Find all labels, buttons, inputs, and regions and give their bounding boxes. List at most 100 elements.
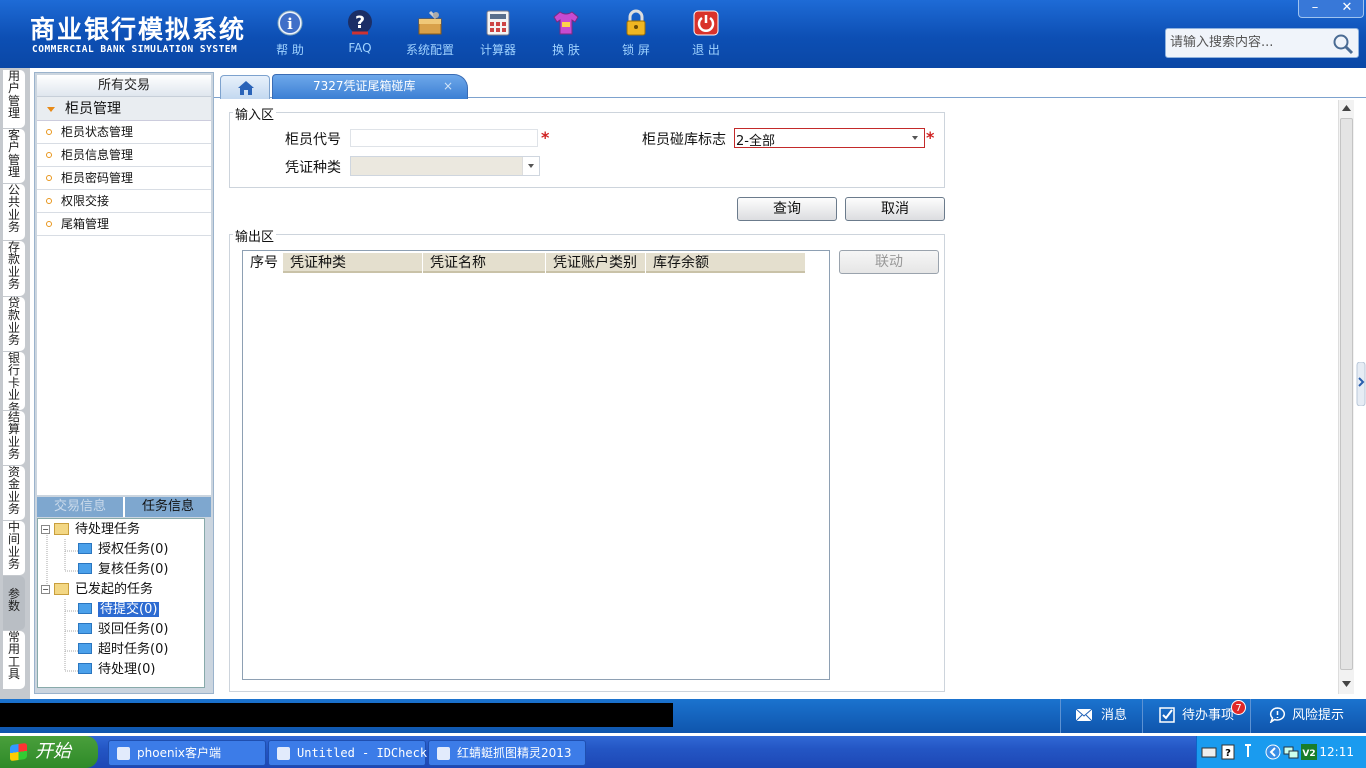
pen-icon[interactable] — [1243, 744, 1253, 758]
v2-icon[interactable]: V2 — [1301, 744, 1317, 760]
vtab-deposit-business[interactable]: 存款业务 — [3, 241, 25, 296]
vtab-public-business[interactable]: 公共业务 — [3, 184, 25, 240]
tree-label: 超时任务(0) — [98, 642, 169, 657]
taskbar-item-phoenix[interactable]: phoenix客户端 — [108, 740, 266, 766]
svg-text:V2: V2 — [1302, 749, 1315, 759]
column-header-account-category[interactable]: 凭证账户类别 — [546, 253, 646, 273]
vtab-parameters[interactable]: 参数 — [3, 576, 25, 630]
vtab-bank-card-business[interactable]: 银行卡业务 — [3, 352, 25, 410]
speech-bubble-icon — [1269, 707, 1286, 725]
vtab-customer-management[interactable]: 客户管理 — [3, 129, 25, 183]
window-controls: – ✕ — [1298, 0, 1364, 18]
app-subtitle: COMMERCIAL BANK SIMULATION SYSTEM — [32, 44, 238, 55]
taskbar-item-idcheck[interactable]: Untitled - IDCheck — [268, 740, 427, 766]
tree-node-review[interactable]: 复核任务(0) — [78, 561, 168, 579]
menu-item-teller-status[interactable]: 柜员状态管理 — [37, 121, 211, 144]
change-skin-button[interactable]: 换 肤 — [534, 8, 598, 58]
teller-code-input[interactable] — [350, 129, 538, 147]
tree-label: 授权任务(0) — [98, 542, 169, 557]
chevron-down-icon[interactable] — [522, 157, 539, 175]
vtab-fund-business[interactable]: 资金业务 — [3, 466, 25, 520]
tree-node-authorization[interactable]: 授权任务(0) — [78, 541, 168, 559]
scroll-up-icon[interactable] — [1342, 104, 1351, 112]
left-panel: 所有交易 柜员管理 柜员状态管理 柜员信息管理 柜员密码管理 权限交接 尾箱管理… — [34, 72, 214, 694]
column-header-voucher-name[interactable]: 凭证名称 — [423, 253, 546, 273]
expand-tray-icon[interactable] — [1265, 744, 1281, 760]
tab-task-info[interactable]: 任务信息 — [125, 497, 211, 517]
column-header-voucher-type[interactable]: 凭证种类 — [283, 253, 423, 273]
taskbar-item-capture-tool[interactable]: 红蜻蜓抓图精灵2013 — [428, 740, 586, 766]
exit-button[interactable]: 退 出 — [674, 8, 738, 58]
chevron-down-icon[interactable] — [907, 129, 924, 147]
home-icon — [238, 81, 254, 95]
input-area-legend: 输入区 — [233, 104, 277, 123]
help-button[interactable]: i 帮 助 — [258, 8, 322, 58]
risk-alert-label: 风险提示 — [1292, 708, 1345, 723]
menu-item-teller-info[interactable]: 柜员信息管理 — [37, 144, 211, 167]
vtab-intermediary-business[interactable]: 中间业务 — [3, 521, 25, 575]
minimize-button[interactable]: – — [1299, 0, 1331, 17]
lock-screen-button[interactable]: 锁 屏 — [604, 8, 668, 58]
required-mark: * — [926, 128, 935, 147]
lock-screen-label: 锁 屏 — [622, 43, 650, 57]
side-collapse-handle[interactable] — [1356, 362, 1366, 406]
calculator-button[interactable]: 计算器 — [466, 8, 530, 58]
search-input[interactable] — [1170, 35, 1320, 50]
output-area-legend: 输出区 — [233, 226, 277, 245]
start-button[interactable]: 开始 — [0, 736, 98, 768]
tree-node-rejected[interactable]: 驳回任务(0) — [78, 621, 168, 639]
tab-transaction-info[interactable]: 交易信息 — [37, 497, 125, 517]
system-config-button[interactable]: 系统配置 — [398, 8, 462, 58]
help-label: 帮 助 — [276, 43, 304, 57]
flag-select[interactable]: 2-全部 — [734, 128, 925, 149]
tree-label-selected: 待提交(0) — [98, 602, 160, 617]
tree-node-pending[interactable]: − 待处理任务 — [41, 521, 140, 539]
tree-label: 待处理任务 — [75, 522, 141, 537]
risk-alert-button[interactable]: 风险提示 — [1250, 699, 1366, 733]
document-icon — [78, 543, 92, 554]
menu-group-teller-management[interactable]: 柜员管理 — [37, 97, 211, 121]
collapse-icon[interactable]: − — [41, 525, 50, 534]
messages-button[interactable]: 消息 — [1060, 699, 1142, 733]
tree-node-initiated[interactable]: − 已发起的任务 — [41, 581, 153, 599]
shirt-icon — [551, 8, 581, 38]
calculator-icon — [483, 8, 513, 38]
tree-label: 驳回任务(0) — [98, 622, 169, 637]
tree-node-to-submit[interactable]: 待提交(0) — [78, 601, 160, 619]
keyboard-icon[interactable] — [1201, 745, 1217, 759]
voucher-type-select[interactable] — [350, 156, 540, 176]
task-tree: − 待处理任务 授权任务(0) 复核任务(0) − 已发起的任务 待提交(0) 驳回… — [37, 518, 205, 688]
network-icon[interactable] — [1283, 744, 1299, 760]
link-button[interactable]: 联动 — [839, 250, 939, 274]
column-header-index[interactable]: 序号 — [243, 253, 283, 273]
envelope-icon — [1075, 708, 1093, 722]
vtab-loan-business[interactable]: 贷款业务 — [3, 297, 25, 351]
vertical-scrollbar[interactable] — [1338, 100, 1354, 694]
faq-button[interactable]: ? FAQ — [328, 8, 392, 55]
scroll-thumb[interactable] — [1340, 118, 1353, 670]
scroll-down-icon[interactable] — [1342, 680, 1351, 688]
search-icon[interactable] — [1332, 33, 1354, 55]
all-transactions-header[interactable]: 所有交易 — [37, 75, 211, 97]
menu-item-permission-handover[interactable]: 权限交接 — [37, 190, 211, 213]
vtab-user-management[interactable]: 用户管理 — [3, 70, 25, 128]
menu-item-cash-box[interactable]: 尾箱管理 — [37, 213, 211, 236]
faq-label: FAQ — [348, 41, 372, 55]
tab-home[interactable] — [220, 75, 270, 99]
tab-active-transaction[interactable]: 7327凭证尾箱碰库 × — [272, 74, 468, 99]
menu-item-teller-password[interactable]: 柜员密码管理 — [37, 167, 211, 190]
tree-node-timeout[interactable]: 超时任务(0) — [78, 641, 168, 659]
folder-icon — [54, 523, 69, 535]
collapse-icon[interactable]: − — [41, 585, 50, 594]
vtab-settlement-business[interactable]: 结算业务 — [3, 411, 25, 465]
help-tray-icon[interactable]: ? — [1221, 744, 1235, 760]
tree-node-to-process[interactable]: 待处理(0) — [78, 661, 155, 679]
cancel-button[interactable]: 取消 — [845, 197, 945, 221]
vtab-common-tools[interactable]: 常用工具 — [3, 631, 25, 689]
query-button[interactable]: 查询 — [737, 197, 837, 221]
close-window-button[interactable]: ✕ — [1331, 0, 1363, 17]
column-header-stock-balance[interactable]: 库存余额 — [646, 253, 805, 273]
flag-label: 柜员碰库标志 — [642, 132, 726, 148]
tab-close-icon[interactable]: × — [443, 75, 453, 97]
config-icon — [415, 8, 445, 38]
